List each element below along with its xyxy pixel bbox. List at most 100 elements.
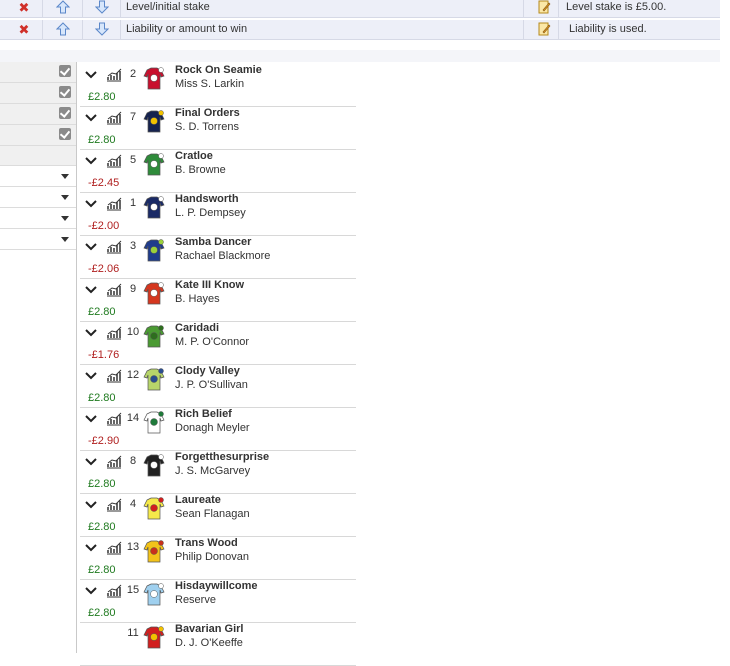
horse-name[interactable]: Final Orders <box>175 107 240 119</box>
horse-name[interactable]: Cratloe <box>175 150 213 162</box>
chevron-down-icon[interactable] <box>84 414 98 424</box>
runner-row[interactable]: 7 Final Orders S. D. Torrens £2.80 <box>80 106 356 150</box>
runner-row[interactable]: 4 Laureate Sean Flanagan £2.80 <box>80 493 356 537</box>
form-chart-icon[interactable] <box>106 197 122 211</box>
runner-number: 5 <box>129 154 137 166</box>
form-chart-icon[interactable] <box>106 154 122 168</box>
runner-row[interactable]: 2 Rock On Seamie Miss S. Larkin £2.80 <box>80 63 356 107</box>
profit-loss-value: £2.80 <box>88 91 116 103</box>
form-chart-icon[interactable] <box>106 541 122 555</box>
move-down-icon[interactable] <box>95 20 111 39</box>
filter-option[interactable] <box>0 62 76 83</box>
delete-icon[interactable]: ✖ <box>17 20 31 39</box>
section-divider <box>0 50 720 62</box>
runner-row[interactable]: 11 Bavarian Girl D. J. O'Keeffe <box>80 622 356 666</box>
chevron-down-icon[interactable] <box>84 199 98 209</box>
runner-row[interactable]: 15 Hisdaywillcome Reserve £2.80 <box>80 579 356 623</box>
checkbox-checked-icon[interactable] <box>59 128 71 140</box>
runner-row[interactable]: 1 Handsworth L. P. Dempsey -£2.00 <box>80 192 356 236</box>
move-up-icon[interactable] <box>56 20 72 39</box>
horse-name[interactable]: Trans Wood <box>175 537 238 549</box>
runner-number: 2 <box>129 68 137 80</box>
dropdown-caret-icon[interactable] <box>61 195 69 200</box>
chevron-down-icon[interactable] <box>84 285 98 295</box>
runner-number: 1 <box>129 197 137 209</box>
profit-loss-value: -£2.90 <box>88 435 120 447</box>
runner-row[interactable]: 13 Trans Wood Philip Donovan £2.80 <box>80 536 356 580</box>
form-chart-icon[interactable] <box>106 412 122 426</box>
divider <box>120 20 121 39</box>
jockey-silks-icon <box>143 626 165 649</box>
form-chart-icon[interactable] <box>106 326 122 340</box>
chevron-down-icon[interactable] <box>84 457 98 467</box>
filter-option[interactable] <box>0 125 76 146</box>
form-chart-icon[interactable] <box>106 283 122 297</box>
runner-row[interactable]: 5 Cratloe B. Browne -£2.45 <box>80 149 356 193</box>
profit-loss-value: -£2.00 <box>88 220 120 232</box>
divider <box>42 0 43 17</box>
chevron-down-icon[interactable] <box>84 70 98 80</box>
horse-name[interactable]: Samba Dancer <box>175 236 251 248</box>
jockey-silks-icon <box>143 368 165 391</box>
chevron-down-icon[interactable] <box>84 586 98 596</box>
jockey-name: Rachael Blackmore <box>175 250 271 262</box>
jockey-name: L. P. Dempsey <box>175 207 246 219</box>
dropdown-caret-icon[interactable] <box>61 174 69 179</box>
horse-name[interactable]: Kate III Know <box>175 279 244 291</box>
jockey-silks-icon <box>143 196 165 219</box>
runner-number: 7 <box>129 111 137 123</box>
form-chart-icon[interactable] <box>106 240 122 254</box>
edit-note-icon[interactable] <box>537 0 551 17</box>
chevron-down-icon[interactable] <box>84 156 98 166</box>
move-down-icon[interactable] <box>95 0 111 17</box>
divider <box>558 20 559 39</box>
form-chart-icon[interactable] <box>106 369 122 383</box>
horse-name[interactable]: Bavarian Girl <box>175 623 243 635</box>
chevron-down-icon[interactable] <box>84 500 98 510</box>
chevron-down-icon[interactable] <box>84 242 98 252</box>
form-chart-icon[interactable] <box>106 111 122 125</box>
form-chart-icon[interactable] <box>106 498 122 512</box>
profit-loss-value: -£2.45 <box>88 177 120 189</box>
horse-name[interactable]: Laureate <box>175 494 221 506</box>
filter-dropdown[interactable] <box>0 229 76 250</box>
horse-name[interactable]: Forgetthesurprise <box>175 451 269 463</box>
chevron-down-icon[interactable] <box>84 328 98 338</box>
dropdown-caret-icon[interactable] <box>61 237 69 242</box>
runner-row[interactable]: 3 Samba Dancer Rachael Blackmore -£2.06 <box>80 235 356 279</box>
chevron-down-icon[interactable] <box>84 543 98 553</box>
chevron-down-icon[interactable] <box>84 371 98 381</box>
runner-row[interactable]: 12 Clody Valley J. P. O'Sullivan £2.80 <box>80 364 356 408</box>
runner-row[interactable]: 9 Kate III Know B. Hayes £2.80 <box>80 278 356 322</box>
checkbox-checked-icon[interactable] <box>59 65 71 77</box>
filter-dropdown[interactable] <box>0 166 76 187</box>
move-up-icon[interactable] <box>56 0 72 17</box>
runner-row[interactable]: 14 Rich Belief Donagh Meyler -£2.90 <box>80 407 356 451</box>
jockey-silks-icon <box>143 540 165 563</box>
runner-row[interactable]: 8 Forgetthesurprise J. S. McGarvey £2.80 <box>80 450 356 494</box>
filter-option[interactable] <box>0 104 76 125</box>
horse-name[interactable]: Rich Belief <box>175 408 232 420</box>
profit-loss-value: £2.80 <box>88 478 116 490</box>
runner-row[interactable]: 10 Caridadi M. P. O'Connor -£1.76 <box>80 321 356 365</box>
checkbox-checked-icon[interactable] <box>59 86 71 98</box>
filter-dropdown[interactable] <box>0 187 76 208</box>
horse-name[interactable]: Rock On Seamie <box>175 64 262 76</box>
form-chart-icon[interactable] <box>106 455 122 469</box>
edit-note-icon[interactable] <box>537 20 551 39</box>
horse-name[interactable]: Hisdaywillcome <box>175 580 258 592</box>
jockey-silks-icon <box>143 239 165 262</box>
filter-dropdown[interactable] <box>0 208 76 229</box>
dropdown-caret-icon[interactable] <box>61 216 69 221</box>
profit-loss-value: £2.80 <box>88 306 116 318</box>
form-chart-icon[interactable] <box>106 68 122 82</box>
form-chart-icon[interactable] <box>106 584 122 598</box>
delete-icon[interactable]: ✖ <box>17 0 31 17</box>
filter-option[interactable] <box>0 83 76 104</box>
checkbox-checked-icon[interactable] <box>59 107 71 119</box>
horse-name[interactable]: Clody Valley <box>175 365 240 377</box>
profit-loss-value: £2.80 <box>88 392 116 404</box>
horse-name[interactable]: Caridadi <box>175 322 219 334</box>
horse-name[interactable]: Handsworth <box>175 193 239 205</box>
chevron-down-icon[interactable] <box>84 113 98 123</box>
